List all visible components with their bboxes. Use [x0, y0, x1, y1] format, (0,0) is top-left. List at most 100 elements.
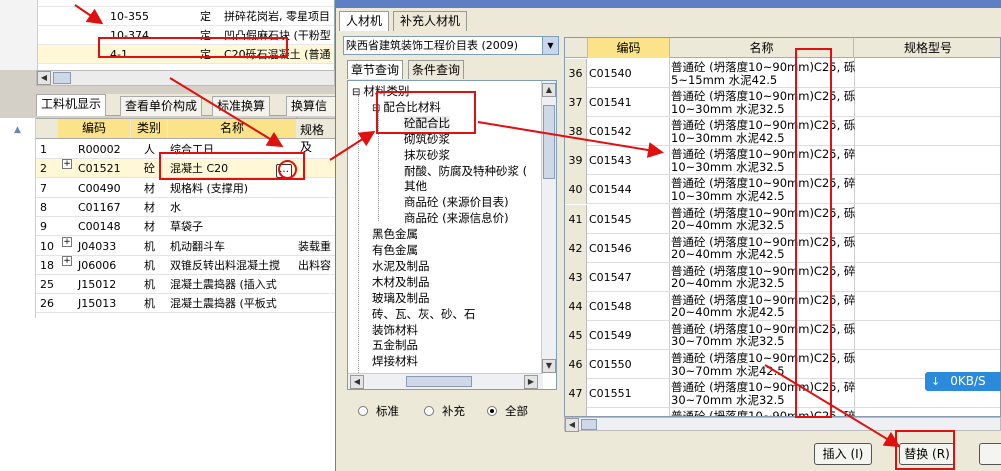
tree-scroll-thumb[interactable]	[543, 105, 555, 179]
tree-hscroll[interactable]: ◀ ▶	[348, 373, 543, 389]
material-row[interactable]: 26 J15013 机 混凝土震捣器 (平板式	[36, 294, 335, 314]
quota-name: 拼碎花岗岩, 零星项目	[224, 10, 330, 23]
material-row[interactable]: 18 + J06006 机 双锥反转出料混凝土搅 出料容	[36, 255, 335, 275]
material-row[interactable]: 25 J15012 机 混凝土震捣器 (插入式	[36, 275, 335, 295]
filter-supplementary[interactable]: 补充	[424, 405, 465, 418]
tab-material-display[interactable]: 工料机显示	[36, 94, 107, 116]
grid-row[interactable]: 36 C01540 普通砼 (坍落度10~90mm)C25, 砾石 5~15mm…	[565, 59, 1000, 88]
tree-node[interactable]: 商品砼 (来源价目表)	[404, 195, 509, 210]
grid-rownum: 39	[565, 146, 587, 176]
extra-button[interactable]	[979, 443, 1001, 465]
expand-icon[interactable]: +	[62, 236, 72, 247]
grid-hscroll[interactable]: ◀	[564, 417, 1001, 432]
filter-standard[interactable]: 标准	[358, 405, 399, 418]
material-code: C01167	[78, 200, 121, 214]
radio-all-icon[interactable]	[487, 406, 497, 416]
col-name[interactable]: 名称	[168, 119, 296, 138]
tab-conversion-info[interactable]: 换算信息	[286, 96, 336, 131]
tab-materials[interactable]: 人材机	[339, 11, 390, 31]
tree-node[interactable]: 焊接材料	[372, 354, 418, 369]
tree-hscroll-thumb[interactable]	[406, 376, 472, 387]
material-rownum: 7	[40, 181, 47, 195]
quota-row[interactable]: 10-355 定 拼碎花岗岩, 零星项目	[38, 7, 334, 26]
tree-node[interactable]: 黑色金属	[372, 227, 418, 242]
grid-col-spec[interactable]: 规格型号	[854, 38, 1000, 58]
tab-standard-conversion[interactable]: 标准换算	[212, 96, 271, 116]
grid-hscroll-thumb[interactable]	[581, 419, 597, 430]
radio-supplementary-icon[interactable]	[424, 406, 434, 416]
col-category[interactable]: 类别	[131, 119, 167, 138]
tab-condition-query[interactable]: 条件查询	[408, 60, 465, 79]
tree-node-label: 水泥及制品	[372, 258, 430, 273]
tree-node[interactable]: 砖、瓦、灰、砂、石	[372, 307, 476, 322]
grid-row[interactable]: 42 C01546 普通砼 (坍落度10~90mm)C25, 砾石 20~40m…	[565, 233, 1000, 263]
scroll-down-button[interactable]: ▼	[542, 359, 556, 373]
dialog-titlebar[interactable]	[335, 0, 1001, 8]
tree-node[interactable]: 耐酸、防腐及特种砂浆 (	[404, 164, 527, 179]
material-row[interactable]: 9 C00148 材 草袋子	[36, 217, 335, 237]
grid-scroll-left-button[interactable]: ◀	[565, 418, 579, 432]
tree-node[interactable]: 木材及制品	[372, 275, 430, 290]
tree-node-label: 有色金属	[372, 243, 418, 257]
collapse-icon[interactable]: ▲	[14, 125, 21, 135]
material-grid: 编码 名称 规格型号 36 C01540 普通砼 (坍落度10~90mm)C25…	[564, 37, 1001, 417]
quota-type: 定	[200, 10, 211, 23]
tree-node[interactable]: 其他	[404, 179, 427, 194]
tree-node[interactable]: 五金制品	[372, 338, 418, 353]
material-row[interactable]: 10 + J04033 机 机动翻斗车 装载重	[36, 236, 335, 256]
material-name: 水	[170, 200, 181, 214]
grid-code: C01541	[589, 96, 632, 110]
material-rownum: 26	[40, 297, 54, 311]
material-rownum: 8	[40, 200, 47, 214]
tree-vscroll[interactable]: ▲ ▼	[541, 81, 556, 373]
tree-node[interactable]: 有色金属	[372, 243, 418, 258]
row-gutter	[0, 0, 38, 70]
grid-row[interactable]: 38 C01542 普通砼 (坍落度10~90mm)C25, 砾石 10~30m…	[565, 117, 1000, 147]
quota-row[interactable]	[38, 0, 334, 7]
scroll-left-button[interactable]: ◀	[37, 71, 51, 85]
chevron-down-icon[interactable]: ▼	[542, 37, 558, 54]
grid-row[interactable]: 40 C01544 普通砼 (坍落度10~90mm)C25, 碎石 10~30m…	[565, 175, 1000, 205]
grid-row[interactable]: 44 C01548 普通砼 (坍落度10~90mm)C25, 碎石 20~40m…	[565, 291, 1000, 321]
radio-standard-icon[interactable]	[358, 406, 368, 416]
annotation-circle	[278, 160, 297, 179]
tab-chapter-query[interactable]: 章节查询	[347, 60, 404, 79]
grid-row[interactable]: 37 C01541 普通砼 (坍落度10~90mm)C25, 砾石 10~30m…	[565, 88, 1000, 118]
material-row[interactable]: 7 C00490 材 规格料 (支撑用)	[36, 179, 335, 198]
tree-node-label: 商品砼 (来源价目表)	[404, 195, 509, 210]
tree-node[interactable]: 水泥及制品	[372, 259, 430, 274]
grid-rownum: 45	[565, 320, 587, 350]
tree-node[interactable]: 商品砼 (来源信息价)	[404, 211, 509, 226]
grid-row[interactable]: 43 C01547 普通砼 (坍落度10~90mm)C25, 碎石 20~40m…	[565, 262, 1000, 292]
tree-scroll-left-button[interactable]: ◀	[350, 375, 364, 389]
material-rownum: 1	[40, 143, 47, 156]
tree-scroll-right-button[interactable]: ▶	[524, 375, 538, 389]
grid-row[interactable]: 普通砼 (坍落度10~90mm)C25, 碎石	[565, 408, 1000, 416]
tree-node[interactable]: 玻璃及制品	[372, 291, 430, 306]
col-code[interactable]: 编码	[58, 119, 130, 138]
grid-row[interactable]: 45 C01549 普通砼 (坍落度10~90mm)C25, 砾石 30~70m…	[565, 320, 1000, 350]
collapse-toggle-icon[interactable]: ⊟	[352, 87, 360, 98]
grid-row[interactable]: 41 C01545 普通砼 (坍落度10~90mm)C25, 砾石 20~40m…	[565, 204, 1000, 234]
grid-rownum	[565, 408, 587, 416]
tab-unit-price-composition[interactable]: 查看单价构成	[120, 96, 203, 116]
insert-button[interactable]: 插入 (I)	[814, 443, 872, 465]
material-category: 人	[144, 143, 155, 156]
grid-rownum: 46	[565, 350, 587, 379]
expand-icon[interactable]: +	[62, 159, 72, 170]
filter-all[interactable]: 全部	[487, 405, 528, 418]
scroll-thumb[interactable]	[53, 72, 71, 84]
grid-col-code[interactable]: 编码	[588, 38, 670, 58]
tab-supplementary-materials[interactable]: 补充人材机	[393, 11, 468, 31]
grid-code: C01543	[589, 154, 632, 168]
material-spec: 出料容	[298, 258, 331, 272]
material-row[interactable]: 8 C01167 材 水	[36, 198, 335, 217]
expand-icon[interactable]: +	[62, 255, 72, 266]
scroll-up-button[interactable]: ▲	[542, 83, 556, 97]
price-list-select[interactable]: 陕西省建筑装饰工程价目表 (2009) ▼	[343, 36, 559, 55]
tree-node[interactable]: 装饰材料	[372, 323, 418, 338]
grid-code: C01544	[589, 183, 632, 197]
quota-table-hscroll[interactable]: ◀	[36, 70, 335, 86]
grid-row[interactable]: 39 C01543 普通砼 (坍落度10~90mm)C25, 碎石 10~30m…	[565, 146, 1000, 176]
tree-node[interactable]: 抹灰砂浆	[404, 148, 450, 163]
